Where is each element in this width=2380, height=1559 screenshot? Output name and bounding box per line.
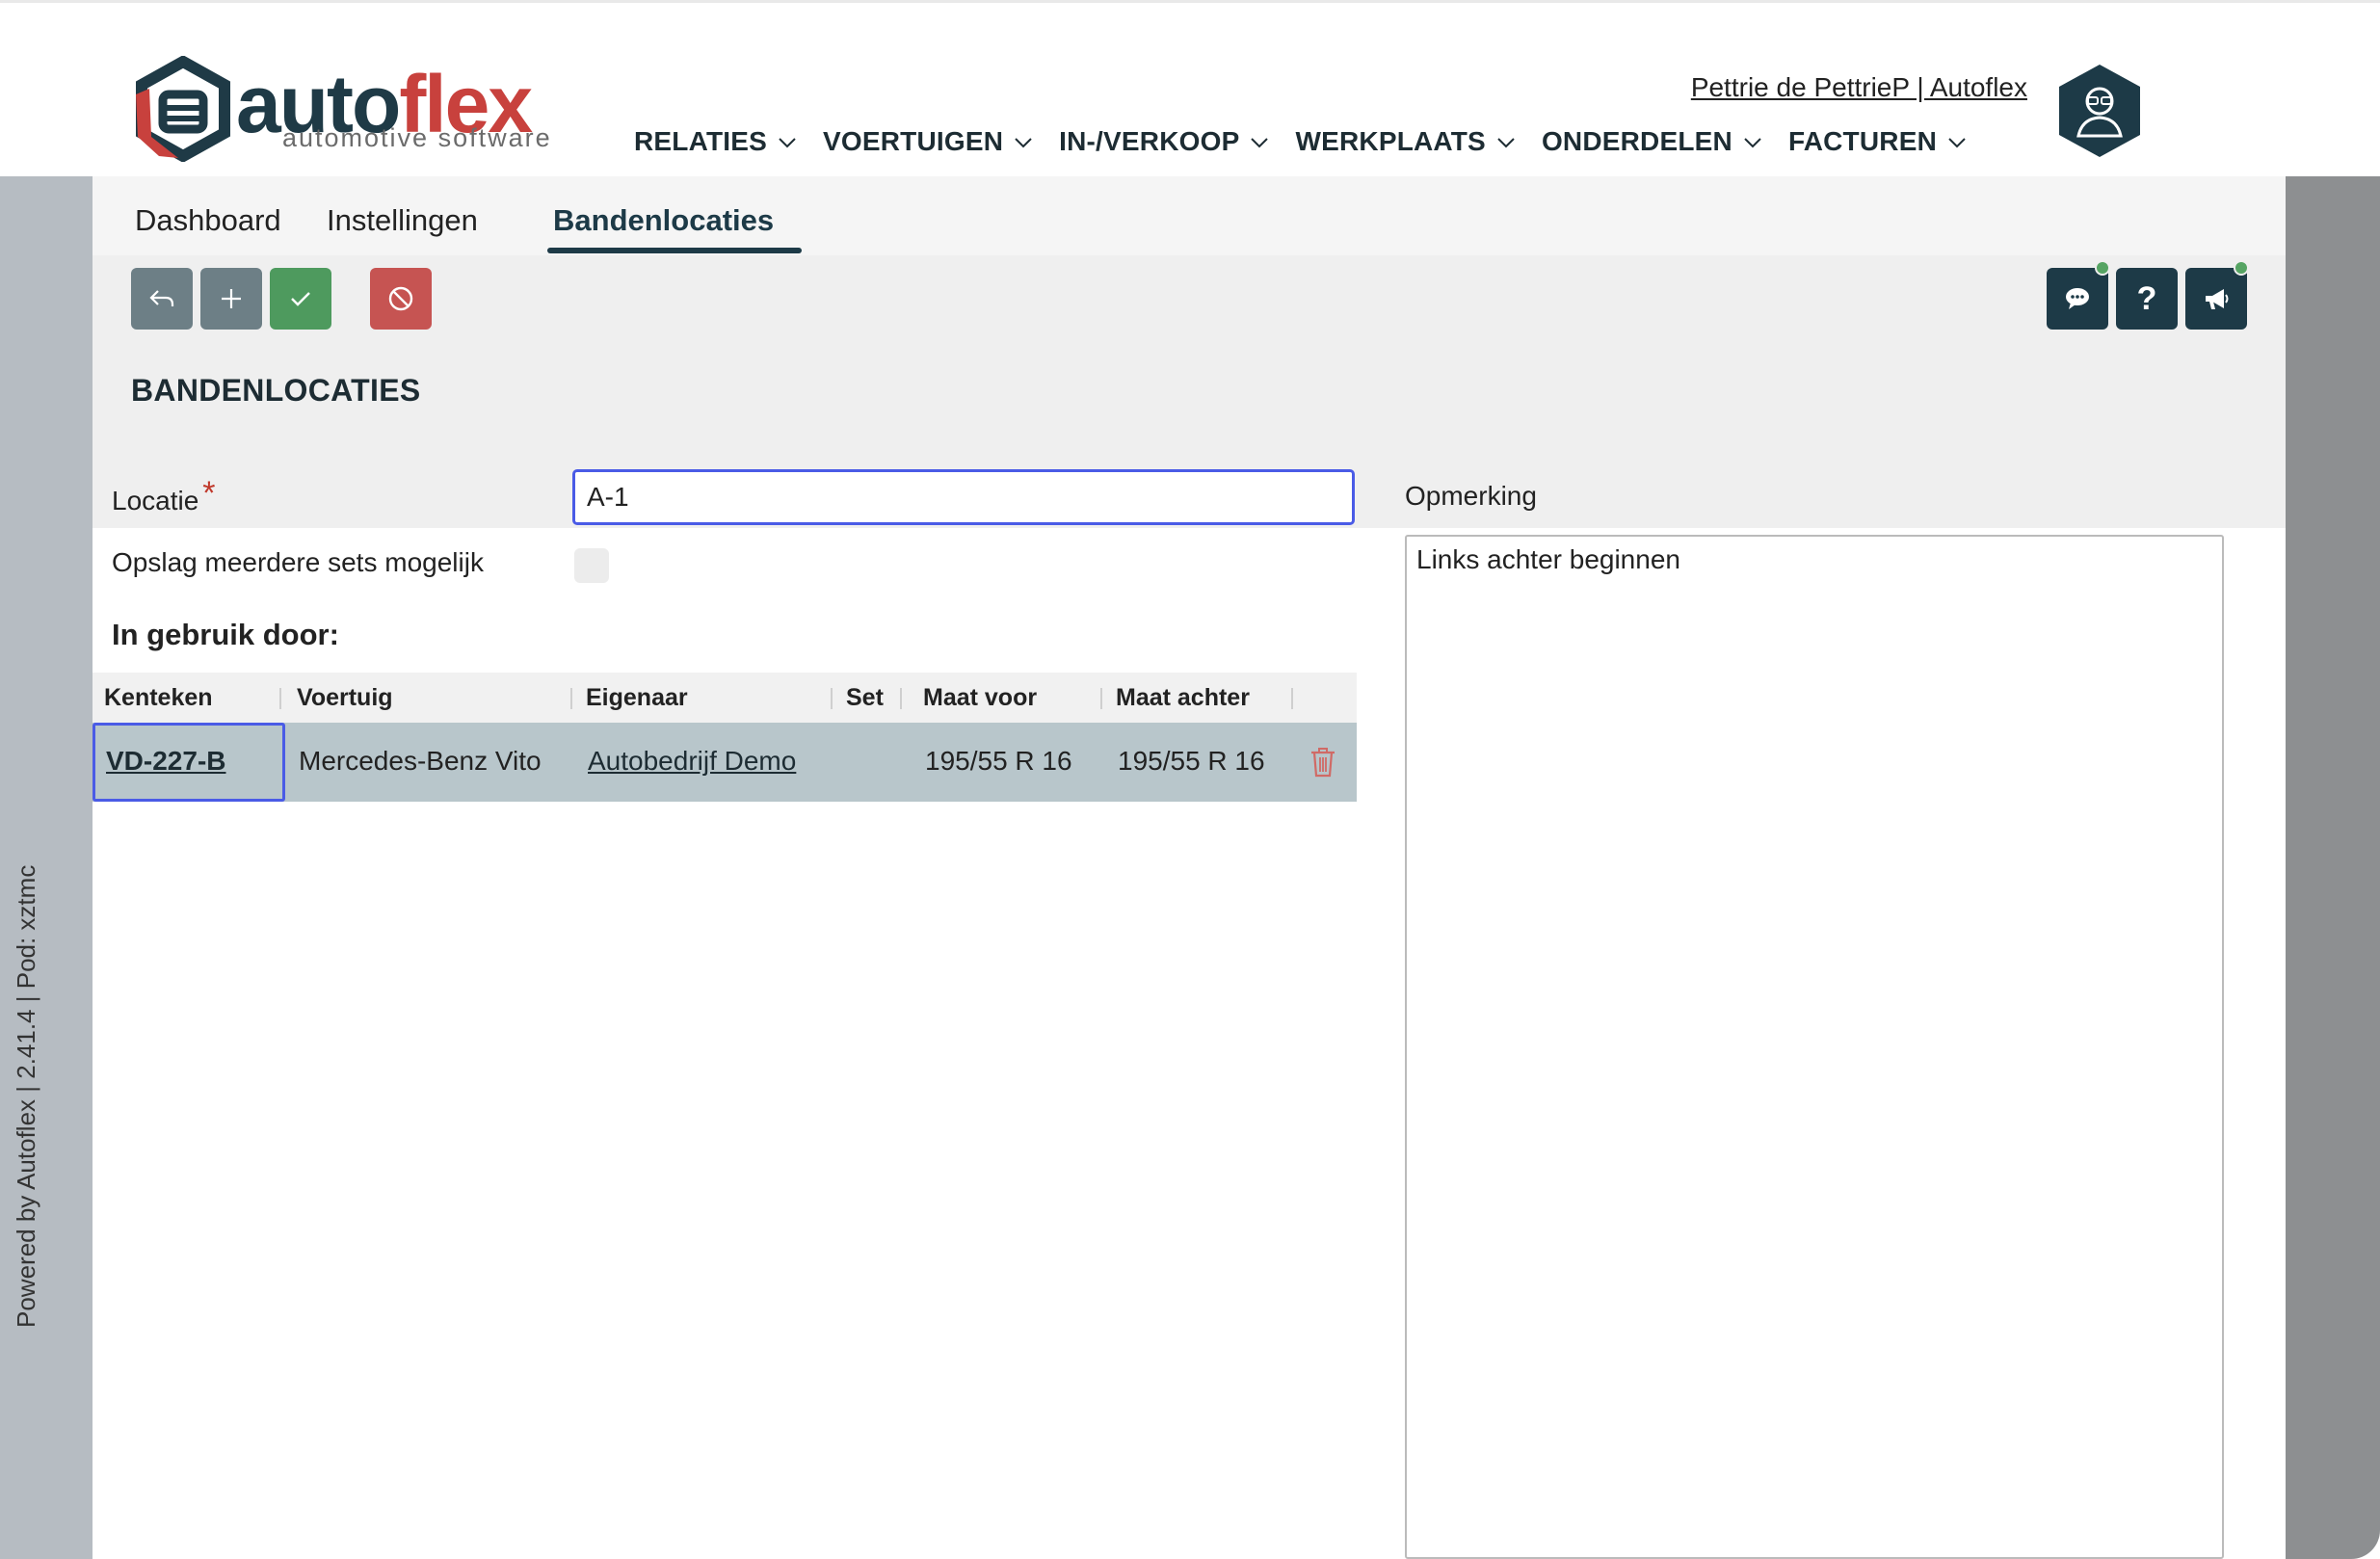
nav-in-verkoop[interactable]: IN-/VERKOOP: [1059, 126, 1270, 157]
opslag-checkbox[interactable]: [574, 548, 609, 583]
column-divider: [279, 688, 281, 709]
column-divider: [570, 688, 572, 709]
locatie-input[interactable]: A-1: [572, 469, 1355, 525]
help-button[interactable]: ?: [2116, 268, 2178, 330]
kenteken-link[interactable]: VD-227-B: [106, 746, 225, 777]
column-header-voertuig[interactable]: Voertuig: [297, 684, 393, 712]
column-header-kenteken[interactable]: Kenteken: [104, 684, 213, 712]
opslag-label: Opslag meerdere sets mogelijk: [112, 547, 484, 577]
announcements-button[interactable]: [2185, 268, 2247, 330]
left-sidebar-strip: Powered by Autoflex | 2.41.4 | Pod: xztm…: [0, 176, 93, 1559]
column-header-eigenaar[interactable]: Eigenaar: [586, 684, 688, 712]
delete-row-trash-icon[interactable]: [1309, 746, 1337, 779]
column-divider: [831, 688, 833, 709]
maat-achter-cell: 195/55 R 16: [1118, 746, 1265, 776]
column-divider: [1291, 688, 1293, 709]
nav-werkplaats[interactable]: WERKPLAATS: [1295, 126, 1516, 157]
active-tab-indicator: [547, 248, 802, 253]
tab-bar: Dashboard Instellingen Bandenlocaties: [93, 176, 2286, 255]
opmerking-label: Opmerking: [1405, 481, 1537, 511]
in-use-title: In gebruik door:: [112, 618, 339, 651]
locatie-label: Locatie *: [112, 475, 216, 515]
main-content: Dashboard Instellingen Bandenlocaties ? …: [93, 176, 2286, 1559]
save-button[interactable]: [270, 268, 331, 330]
nav-facturen[interactable]: FACTUREN: [1788, 126, 1968, 157]
tab-instellingen[interactable]: Instellingen: [327, 203, 478, 238]
tab-bandenlocaties[interactable]: Bandenlocaties: [553, 203, 774, 238]
back-button[interactable]: [131, 268, 193, 330]
maat-voor-cell: 195/55 R 16: [925, 746, 1072, 776]
autoflex-logo[interactable]: autoflex automotive software: [130, 56, 554, 162]
logo-mark-icon: [136, 56, 230, 162]
tab-dashboard[interactable]: Dashboard: [135, 203, 281, 238]
help-icon: ?: [2136, 279, 2157, 317]
chevron-down-icon: [779, 138, 796, 148]
column-header-set[interactable]: Set: [846, 684, 884, 712]
nav-relaties[interactable]: RELATIES: [634, 126, 798, 157]
logo-tagline: automotive software: [282, 123, 552, 152]
opmerking-textarea[interactable]: Links achter beginnen: [1405, 535, 2224, 1559]
nav-voertuigen[interactable]: VOERTUIGEN: [823, 126, 1034, 157]
table-header: Kenteken Voertuig Eigenaar Set Maat voor…: [93, 673, 1357, 723]
chevron-down-icon: [1251, 138, 1269, 148]
megaphone-icon: [2206, 289, 2229, 309]
column-divider: [1100, 688, 1102, 709]
required-indicator: *: [202, 475, 216, 512]
column-header-maat-achter[interactable]: Maat achter: [1116, 684, 1250, 712]
chevron-down-icon: [1497, 138, 1515, 148]
chevron-down-icon: [1948, 138, 1966, 148]
chat-notification-dot: [2095, 260, 2110, 276]
chat-button[interactable]: [2047, 268, 2108, 330]
chevron-down-icon: [1744, 138, 1761, 148]
cancel-button[interactable]: [370, 268, 432, 330]
page-title: BANDENLOCATIES: [131, 373, 421, 408]
right-sidebar-strip: [2286, 176, 2380, 1559]
user-avatar-icon[interactable]: [2055, 63, 2144, 159]
in-use-table: Kenteken Voertuig Eigenaar Set Maat voor…: [93, 673, 1357, 802]
chat-icon: [2066, 288, 2089, 309]
main-navigation: RELATIES VOERTUIGEN IN-/VERKOOP WERKPLAA…: [634, 126, 1968, 157]
add-button[interactable]: [200, 268, 262, 330]
announcements-notification-dot: [2234, 260, 2249, 276]
chevron-down-icon: [1015, 138, 1032, 148]
column-divider: [900, 688, 902, 709]
table-row[interactable]: VD-227-B Mercedes-Benz Vito Autobedrijf …: [93, 723, 1357, 802]
back-arrow-icon: [149, 290, 174, 306]
eigenaar-link[interactable]: Autobedrijf Demo: [588, 746, 796, 777]
check-icon: [291, 292, 310, 306]
plus-icon: [222, 289, 241, 308]
nav-onderdelen[interactable]: ONDERDELEN: [1542, 126, 1763, 157]
version-info: Powered by Autoflex | 2.41.4 | Pod: xztm…: [12, 864, 40, 1328]
app-header: autoflex automotive software Pettrie de …: [0, 3, 2380, 176]
column-header-maat-voor[interactable]: Maat voor: [923, 684, 1037, 712]
cancel-icon: [388, 286, 413, 311]
user-account-link[interactable]: Pettrie de PettrieP | Autoflex: [1691, 72, 2027, 103]
voertuig-cell: Mercedes-Benz Vito: [299, 746, 542, 776]
